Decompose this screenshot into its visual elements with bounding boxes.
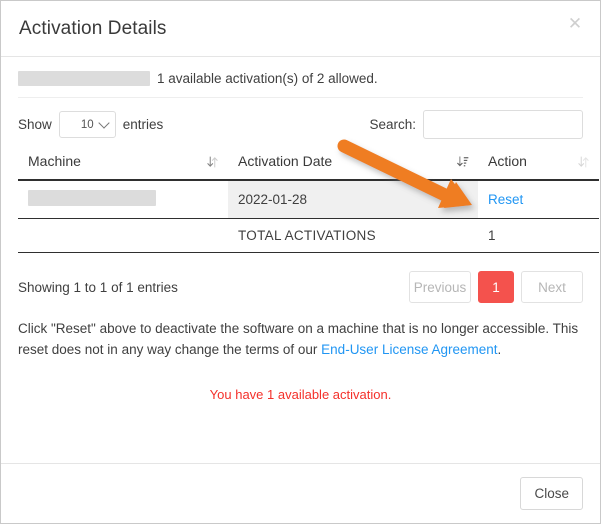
table-controls: Show 10 entries Search: [18, 110, 583, 139]
table-row: 2022-01-28 Reset [18, 180, 599, 219]
table-footer: Showing 1 to 1 of 1 entries Previous 1 N… [18, 271, 583, 303]
chevron-down-icon [98, 117, 110, 129]
column-header-action[interactable]: Action [478, 151, 599, 181]
reset-help-note-suffix: . [497, 341, 502, 357]
close-icon[interactable]: ✕ [564, 13, 586, 35]
entries-label: entries [122, 117, 164, 132]
pagination: Previous 1 Next [409, 271, 583, 303]
column-header-machine[interactable]: Machine [18, 151, 228, 181]
redacted-license-key [18, 71, 150, 86]
reset-help-note: Click "Reset" above to deactivate the so… [18, 319, 583, 361]
pagination-page-1-button[interactable]: 1 [478, 271, 514, 303]
page-title: Activation Details [19, 17, 167, 39]
redacted-machine-name [28, 190, 156, 206]
activation-details-modal: Activation Details ✕ 1 available activat… [0, 0, 601, 524]
sort-descending-icon [456, 156, 469, 167]
cell-action: Reset [478, 180, 599, 219]
show-label: Show [18, 117, 52, 132]
page-length-control: Show 10 entries [18, 111, 163, 138]
column-header-machine-label: Machine [28, 153, 81, 169]
cell-activation-date: 2022-01-28 [228, 180, 478, 219]
totals-label: TOTAL ACTIVATIONS [228, 218, 478, 253]
table-totals-row: TOTAL ACTIVATIONS 1 [18, 218, 599, 253]
modal-body: 1 available activation(s) of 2 allowed. … [1, 57, 600, 457]
sort-both-icon [578, 156, 589, 168]
page-length-value: 10 [80, 118, 94, 131]
modal-footer: Close [1, 463, 600, 523]
showing-entries-info: Showing 1 to 1 of 1 entries [18, 279, 178, 295]
totals-spacer [18, 218, 228, 253]
activations-table: Machine Activation Date Action 2022-01-2… [18, 151, 599, 253]
search-input[interactable] [423, 110, 583, 139]
activation-summary-text: 1 available activation(s) of 2 allowed. [157, 71, 378, 86]
page-length-select[interactable]: 10 [58, 111, 116, 138]
pagination-previous-button[interactable]: Previous [409, 271, 471, 303]
cell-machine [18, 180, 228, 219]
search-label: Search: [369, 117, 416, 132]
column-header-action-label: Action [488, 153, 527, 169]
pagination-next-button[interactable]: Next [521, 271, 583, 303]
close-button[interactable]: Close [520, 477, 583, 510]
eula-link[interactable]: End-User License Agreement [321, 342, 497, 357]
table-header-row: Machine Activation Date Action [18, 151, 599, 181]
totals-value: 1 [478, 218, 599, 253]
table-header: Machine Activation Date Action [18, 151, 599, 181]
reset-link[interactable]: Reset [488, 192, 523, 207]
column-header-activation-date-label: Activation Date [238, 153, 333, 169]
column-header-activation-date[interactable]: Activation Date [228, 151, 478, 181]
activation-summary: 1 available activation(s) of 2 allowed. [18, 71, 583, 98]
available-activation-warning: You have 1 available activation. [209, 386, 392, 402]
modal-header: Activation Details ✕ [1, 1, 600, 57]
sort-both-icon [207, 156, 218, 168]
table-body: 2022-01-28 Reset TOTAL ACTIVATIONS 1 [18, 180, 599, 253]
search-control: Search: [369, 110, 583, 139]
